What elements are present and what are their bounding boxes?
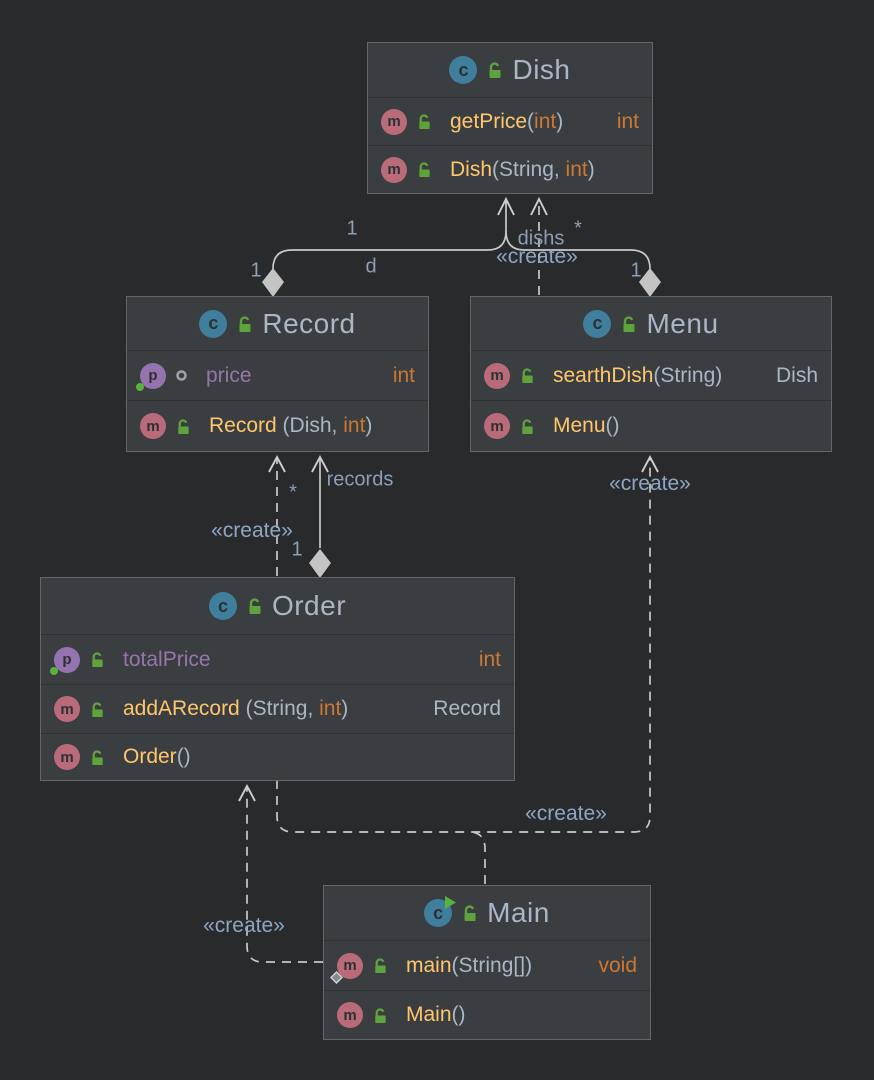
method-icon: m [484, 413, 510, 439]
run-play-icon [445, 896, 457, 909]
method-icon: m [381, 108, 407, 135]
member-signature: Menu() [553, 414, 620, 437]
multiplicity-label: * [289, 481, 297, 504]
member-signature: main(String[]) [406, 953, 533, 977]
member-row[interactable]: m Dish(String, int) [368, 145, 652, 193]
class-header[interactable]: c Dish [368, 43, 652, 97]
class-box-dish[interactable]: c Dish m getPrice(int) int m Dish(String… [367, 42, 653, 194]
method-icon: m [54, 744, 80, 770]
member-return-type: Dish [775, 363, 818, 387]
unlock-icon [375, 1007, 386, 1023]
create-stereotype-label: «create» [525, 802, 607, 825]
class-header[interactable]: c Record [127, 297, 428, 350]
create-stereotype-label: «create» [203, 914, 285, 937]
member-row[interactable]: m Record (Dish, int) [127, 400, 428, 451]
property-icon: p [136, 362, 166, 391]
class-name: Menu [646, 307, 719, 339]
member-row[interactable]: p price int [127, 350, 428, 400]
runnable-class-icon: c [424, 896, 457, 927]
class-box-menu[interactable]: c Menu m searthDish(String) Dish m Menu(… [470, 296, 832, 452]
edge-main-create-menu[interactable] [468, 831, 486, 884]
class-name: Record [262, 307, 356, 339]
unlock-icon [249, 598, 261, 614]
visibility-ring-icon [176, 370, 187, 381]
unlock-icon [178, 418, 189, 434]
uml-diagram-canvas: 1 d 1 1 * dishs «create» records * 1 «cr… [0, 0, 874, 1080]
class-box-record[interactable]: c Record p price int m Record (Dish, int… [126, 296, 429, 452]
aggregation-diamond [639, 268, 661, 297]
multiplicity-label: * [574, 217, 582, 240]
class-header[interactable]: c Menu [471, 297, 831, 350]
member-signature: price [206, 363, 252, 387]
class-box-order[interactable]: c Order p totalPrice int m addARecord (S… [40, 577, 515, 781]
method-icon: m [54, 696, 80, 722]
create-stereotype-label: «create» [609, 472, 691, 495]
member-signature: Dish(String, int) [450, 157, 595, 181]
unlock-icon [419, 162, 430, 178]
class-box-main[interactable]: c Main m main(String[]) void m Main() [323, 885, 651, 1040]
member-signature: Record (Dish, int) [209, 414, 373, 437]
member-return-type: Record [433, 697, 501, 720]
create-stereotype-label: «create» [496, 245, 578, 268]
multiplicity-label: 1 [250, 259, 262, 282]
member-row[interactable]: m main(String[]) void [324, 940, 650, 990]
aggregation-diamond [309, 549, 331, 578]
method-icon: m [484, 362, 510, 389]
multiplicity-label: 1 [346, 217, 358, 240]
member-row[interactable]: p totalPrice int [41, 634, 514, 684]
class-name: Order [271, 590, 347, 621]
method-icon: m [337, 1002, 363, 1028]
unlock-icon [623, 315, 635, 332]
class-header[interactable]: c Main [324, 886, 650, 940]
member-return-type: void [598, 953, 637, 977]
multiplicity-label: 1 [291, 538, 303, 561]
unlock-icon [92, 652, 103, 668]
member-row[interactable]: m Main() [324, 990, 650, 1039]
member-signature: getPrice(int) [450, 109, 564, 133]
class-name: Main [487, 897, 550, 928]
entrypoint-diamond-badge [330, 970, 343, 984]
edge-record-dish[interactable] [272, 201, 507, 270]
create-stereotype-label: «create» [211, 519, 293, 542]
unlock-icon [522, 418, 533, 434]
unlock-icon [375, 958, 386, 974]
unlock-icon [92, 701, 103, 717]
member-row[interactable]: m addARecord (String, int) Record [41, 684, 514, 733]
method-icon: m [381, 156, 407, 183]
unlock-icon [489, 62, 501, 78]
class-header[interactable]: c Order [41, 578, 514, 634]
property-icon: p [50, 646, 80, 675]
member-row[interactable]: m Order() [41, 733, 514, 780]
member-signature: Order() [123, 745, 191, 768]
member-return-type: int [478, 647, 501, 671]
unlock-icon [464, 905, 476, 921]
class-icon: c [583, 309, 612, 338]
member-signature: totalPrice [123, 647, 211, 671]
member-return-type: int [392, 363, 415, 387]
entrypoint-method-icon: m [330, 952, 363, 984]
aggregation-diamond [262, 268, 284, 297]
member-signature: Main() [406, 1003, 466, 1026]
unlock-icon [92, 749, 103, 765]
member-row[interactable]: m searthDish(String) Dish [471, 350, 831, 400]
class-icon: c [208, 592, 237, 620]
unlock-icon [419, 114, 430, 130]
member-row[interactable]: m Menu() [471, 400, 831, 451]
class-name: Dish [512, 54, 571, 85]
role-label: d [365, 255, 377, 278]
member-row[interactable]: m getPrice(int) int [368, 97, 652, 145]
role-label: records [326, 468, 394, 491]
multiplicity-label: 1 [630, 259, 642, 282]
class-icon: c [449, 56, 478, 84]
member-signature: searthDish(String) [553, 363, 723, 387]
unlock-icon [522, 368, 533, 384]
class-icon: c [199, 309, 228, 338]
member-signature: addARecord (String, int) [123, 697, 349, 720]
method-icon: m [140, 413, 166, 439]
member-return-type: int [616, 109, 639, 133]
unlock-icon [239, 315, 251, 332]
